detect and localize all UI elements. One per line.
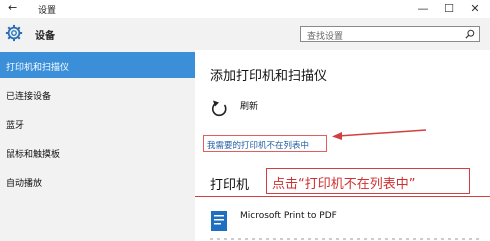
window-title: 设置 xyxy=(38,6,57,16)
sidebar-item-label: 自动播放 xyxy=(6,179,43,189)
refresh-button[interactable]: 刷新 xyxy=(240,99,258,112)
annotation-text: 点击“打印机不在列表中” xyxy=(272,177,416,192)
search-icon[interactable] xyxy=(465,29,475,39)
minimize-button[interactable]: — xyxy=(410,0,436,18)
list-separator xyxy=(210,238,480,240)
sidebar: 打印机和扫描仪 已连接设备 蓝牙 鼠标和触摸板 自动播放 xyxy=(0,50,195,241)
search-input[interactable]: 查找设置 xyxy=(300,26,480,42)
sidebar-item-mouse-touchpad[interactable]: 鼠标和触摸板 xyxy=(0,139,195,165)
annotation-arrow xyxy=(332,129,427,140)
sidebar-item-label: 打印机和扫描仪 xyxy=(6,63,70,73)
printer-not-listed-link[interactable]: 我需要的打印机不在列表中 xyxy=(207,139,309,151)
sidebar-item-label: 蓝牙 xyxy=(6,121,25,131)
back-button[interactable]: ← xyxy=(8,1,17,14)
printer-item-microsoft-pdf[interactable]: Microsoft Print to PDF xyxy=(240,211,337,221)
search-placeholder: 查找设置 xyxy=(307,32,344,42)
printers-heading: 打印机 xyxy=(210,178,250,193)
sidebar-item-label: 已连接设备 xyxy=(6,92,52,102)
add-printers-heading: 添加打印机和扫描仪 xyxy=(210,69,328,84)
close-button[interactable]: ✕ xyxy=(462,0,488,18)
gear-icon xyxy=(5,24,23,42)
settings-header: 设备 查找设置 xyxy=(0,18,490,50)
sidebar-item-connected-devices[interactable]: 已连接设备 xyxy=(0,81,195,107)
sidebar-item-autoplay[interactable]: 自动播放 xyxy=(0,168,195,194)
refresh-icon[interactable] xyxy=(210,99,230,119)
page-title: 设备 xyxy=(35,31,55,42)
sidebar-item-bluetooth[interactable]: 蓝牙 xyxy=(0,110,195,136)
annotation-line xyxy=(195,196,490,197)
title-bar: ← 设置 — ☐ ✕ xyxy=(0,0,490,18)
sidebar-item-printers[interactable]: 打印机和扫描仪 xyxy=(0,52,195,78)
maximize-button[interactable]: ☐ xyxy=(436,0,462,18)
annotation-callout: 点击“打印机不在列表中” xyxy=(266,168,470,194)
sidebar-item-label: 鼠标和触摸板 xyxy=(6,150,61,160)
pdf-printer-icon xyxy=(211,211,227,231)
main-content: 添加打印机和扫描仪 刷新 我需要的打印机不在列表中 打印机 点击“打印机不在列表… xyxy=(195,50,490,241)
